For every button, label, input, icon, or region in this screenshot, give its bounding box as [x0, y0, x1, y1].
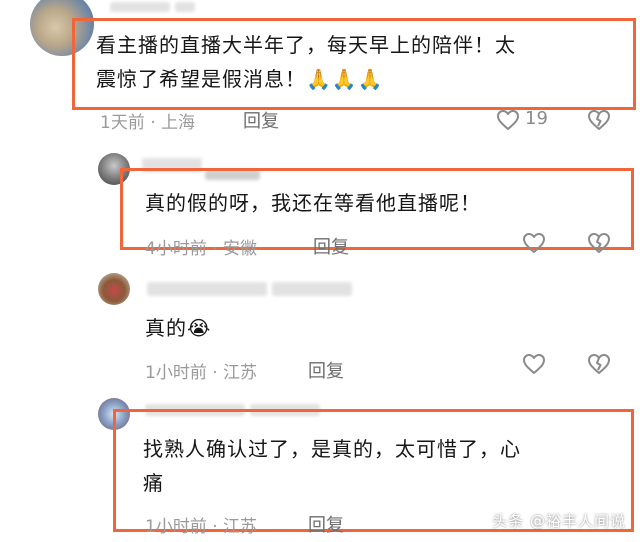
dislike-heart-icon[interactable] — [587, 353, 611, 375]
highlight-box — [72, 18, 636, 110]
reply-button[interactable]: 回复 — [308, 511, 344, 537]
reply-button[interactable]: 回复 — [243, 107, 279, 133]
heart-icon[interactable] — [496, 109, 520, 131]
comment-meta: 1小时前 · 江苏 — [145, 517, 258, 537]
username-redacted — [272, 282, 352, 296]
heart-icon[interactable] — [522, 353, 546, 375]
comment-meta: 1小时前 · 江苏 — [145, 363, 258, 383]
watermark: 头条 @裕丰人间说 — [492, 512, 626, 530]
reply-button[interactable]: 回复 — [308, 357, 344, 383]
like-count: 19 — [525, 108, 548, 129]
comment-meta: 1天前 · 上海 — [100, 113, 196, 133]
username-redacted — [110, 2, 170, 12]
dislike-heart-icon[interactable] — [587, 232, 611, 254]
avatar[interactable] — [98, 273, 130, 305]
username-redacted — [147, 282, 267, 296]
heart-icon[interactable] — [522, 232, 546, 254]
comment-text: 真的😭 — [145, 316, 212, 340]
reply-button[interactable]: 回复 — [313, 233, 349, 259]
username-redacted — [175, 2, 195, 12]
dislike-heart-icon[interactable] — [587, 109, 611, 131]
comment-meta: 4小时前 · 安徽 — [145, 239, 258, 259]
